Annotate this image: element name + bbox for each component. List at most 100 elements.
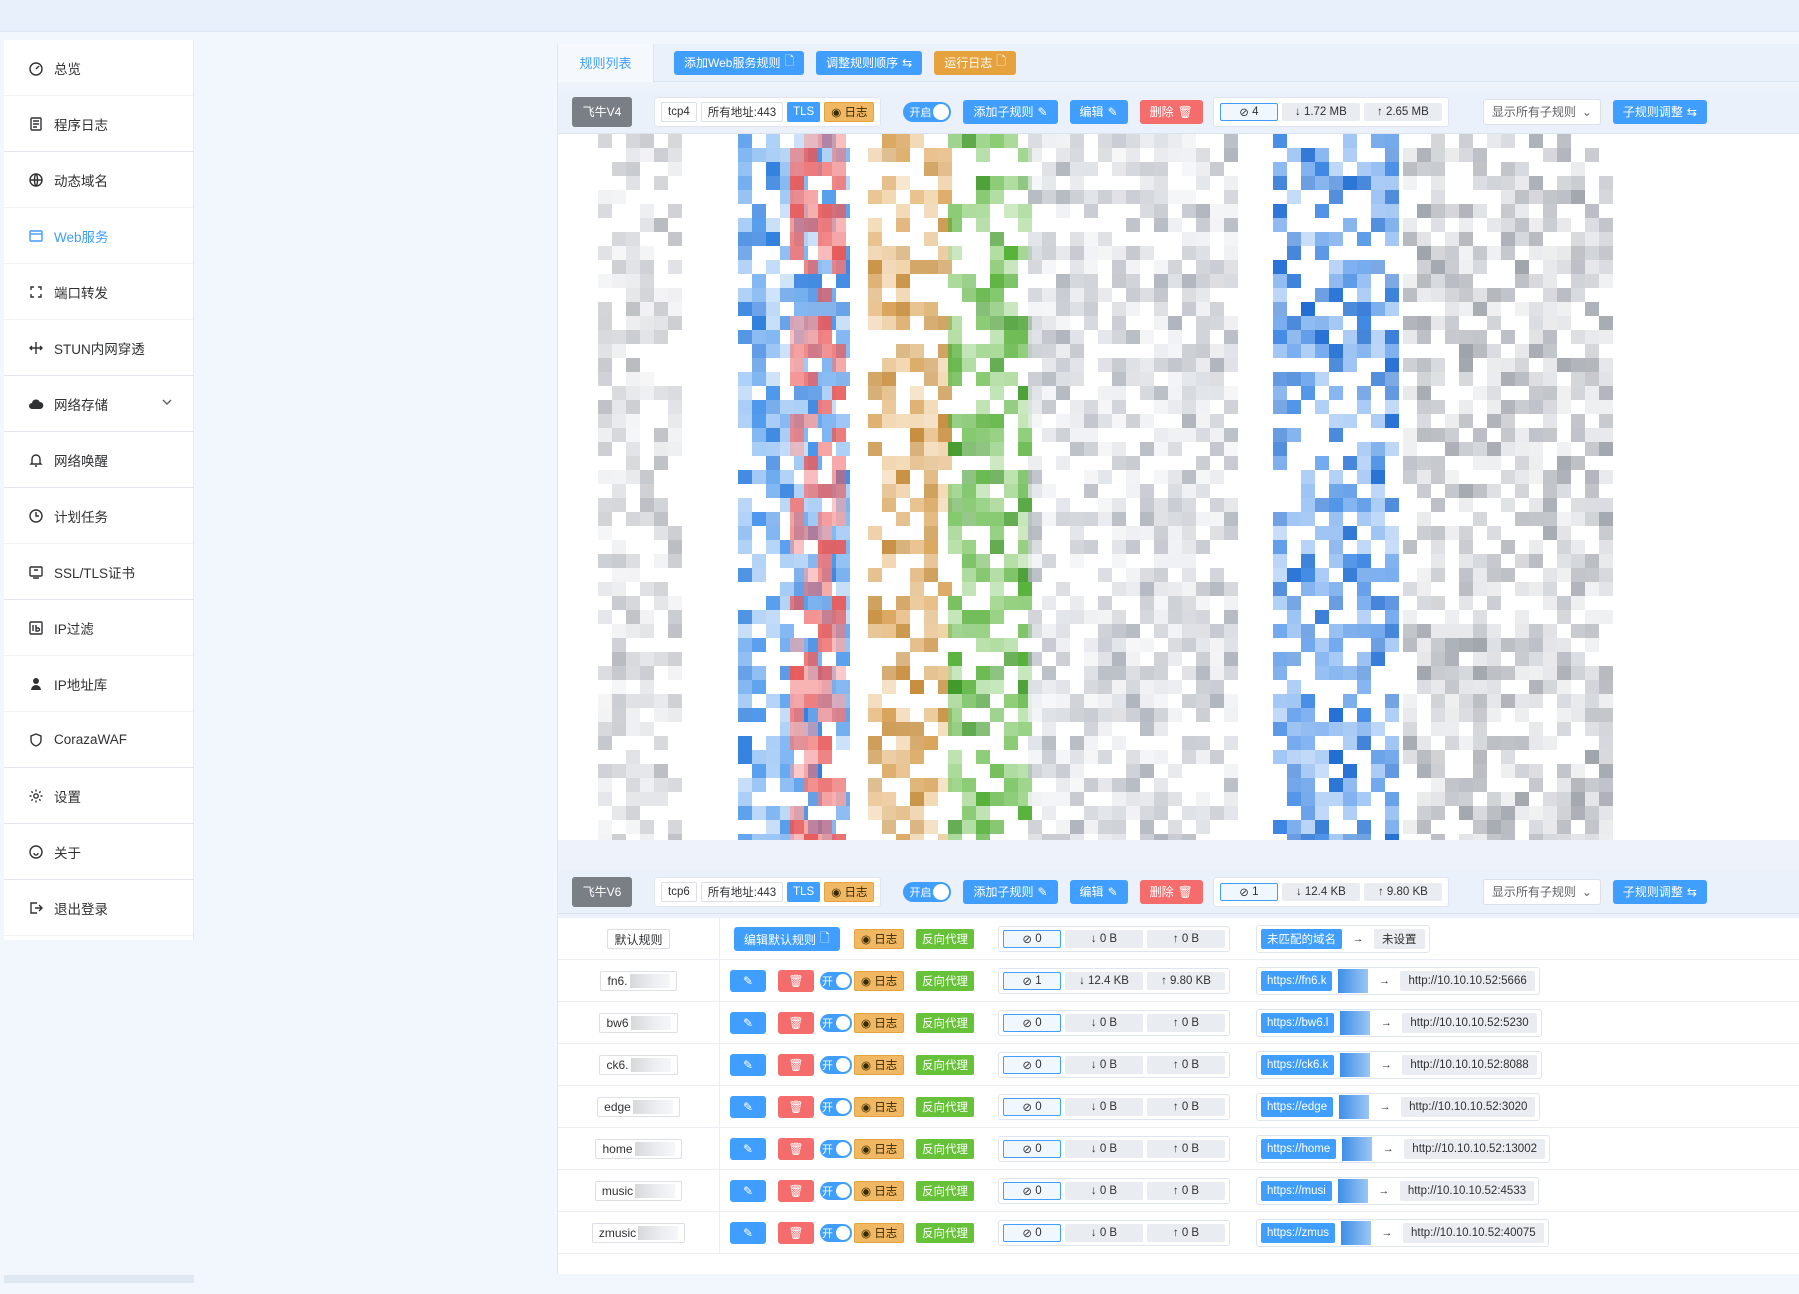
target-url-tag[interactable]: http://10.10.10.52:5230 xyxy=(1402,1013,1537,1033)
edit-rule-button[interactable]: 编辑 ✎ xyxy=(1069,99,1128,124)
log-tag[interactable]: ◉ 日志 xyxy=(854,1139,905,1159)
mosaic-cell xyxy=(766,400,780,414)
sidebar-item-certificate[interactable]: SSL/TLS证书 xyxy=(4,544,193,600)
delete-sub-rule-button[interactable]: 🗑 xyxy=(778,1138,814,1160)
rule-name-v6[interactable]: 飞牛V6 xyxy=(572,876,632,907)
sidebar-scrollbar[interactable] xyxy=(4,1275,194,1283)
adjust-sub-rules-button[interactable]: 子规则调整 ⇆ xyxy=(1612,879,1707,904)
sidebar-item-cloud[interactable]: 网络存储 xyxy=(4,376,193,432)
delete-sub-rule-button[interactable]: 🗑 xyxy=(778,1054,814,1076)
sub-rule-name[interactable]: ck6. xyxy=(599,1055,678,1075)
sidebar-item-stun[interactable]: STUN内网穿透 xyxy=(4,320,193,376)
log-tag[interactable]: ◉ 日志 xyxy=(854,1097,905,1117)
edit-sub-rule-button[interactable]: ✎ xyxy=(730,1222,766,1244)
sidebar-item-ddns[interactable]: 动态域名 xyxy=(4,152,193,208)
sidebar-item-about[interactable]: 关于 xyxy=(4,824,193,880)
delete-sub-rule-button[interactable]: 🗑 xyxy=(778,970,814,992)
sub-rule-name[interactable]: home xyxy=(595,1139,682,1159)
sidebar-item-shield[interactable]: CorazaWAF xyxy=(4,712,193,768)
log-tag[interactable]: ◉ 日志 xyxy=(854,929,905,949)
edit-sub-rule-button[interactable]: ✎ xyxy=(730,1096,766,1118)
sidebar-item-clock[interactable]: 计划任务 xyxy=(4,488,193,544)
delete-sub-rule-button[interactable]: 🗑 xyxy=(778,1222,814,1244)
sub-rule-enable-toggle[interactable]: 开 xyxy=(820,1014,852,1032)
log-tag[interactable]: ◉ 日志 xyxy=(824,881,875,902)
mosaic-cell xyxy=(1417,652,1431,666)
target-url-tag[interactable]: http://10.10.10.52:3020 xyxy=(1401,1097,1536,1117)
mosaic-cell xyxy=(1473,428,1487,442)
sidebar-item-log[interactable]: 程序日志 xyxy=(4,96,193,152)
edit-rule-button[interactable]: 编辑 ✎ xyxy=(1069,879,1128,904)
edit-sub-rule-button[interactable]: ✎ xyxy=(730,1138,766,1160)
mosaic-cell xyxy=(1557,470,1571,484)
sidebar-item-ip-filter[interactable]: IP过滤 xyxy=(4,600,193,656)
mosaic-cell xyxy=(1571,764,1585,778)
run-log-button[interactable]: 运行日志 🗋 xyxy=(934,50,1016,75)
sub-rule-enable-toggle[interactable]: 开 xyxy=(820,1224,852,1242)
mosaic-cell xyxy=(1571,554,1585,568)
target-url-tag[interactable]: http://10.10.10.52:4533 xyxy=(1399,1181,1535,1201)
mosaic-cell xyxy=(1028,820,1042,834)
reorder-rules-button[interactable]: 调整规则顺序 ⇆ xyxy=(816,50,923,75)
log-tag[interactable]: ◉ 日志 xyxy=(854,971,905,991)
sub-rule-enable-toggle[interactable]: 开 xyxy=(820,1056,852,1074)
edit-sub-rule-button[interactable]: ✎ xyxy=(730,1180,766,1202)
sub-rule-name[interactable]: music xyxy=(594,1181,683,1201)
delete-rule-button[interactable]: 删除 🗑 xyxy=(1139,879,1203,904)
edit-sub-rule-button[interactable]: ✎ xyxy=(730,1054,766,1076)
sidebar-item-ip-db[interactable]: IP地址库 xyxy=(4,656,193,712)
delete-rule-button[interactable]: 删除 🗑 xyxy=(1139,99,1203,124)
domain-tag[interactable]: https://bw6.l xyxy=(1261,1013,1335,1033)
sub-rule-enable-toggle[interactable]: 开 xyxy=(820,972,852,990)
log-tag[interactable]: ◉ 日志 xyxy=(854,1181,905,1201)
mosaic-cell xyxy=(910,722,924,736)
mosaic-cell xyxy=(654,302,668,316)
mosaic-cell xyxy=(1070,190,1084,204)
target-url-tag[interactable]: http://10.10.10.52:13002 xyxy=(1404,1139,1545,1159)
edit-sub-rule-button[interactable]: ✎ xyxy=(730,1012,766,1034)
sub-rule-enable-toggle[interactable]: 开 xyxy=(820,1182,852,1200)
mosaic-cell xyxy=(818,344,832,358)
sub-rule-enable-toggle[interactable]: 开 xyxy=(820,1140,852,1158)
target-url-tag[interactable]: http://10.10.10.52:8088 xyxy=(1402,1055,1537,1075)
show-sub-rules-select[interactable]: 显示所有子规则 ⌄ xyxy=(1482,878,1601,905)
domain-tag[interactable]: https://zmus xyxy=(1261,1223,1335,1243)
domain-tag[interactable]: https://home xyxy=(1261,1139,1337,1159)
sidebar-item-web[interactable]: Web服务 xyxy=(4,208,193,264)
target-url-tag[interactable]: http://10.10.10.52:5666 xyxy=(1400,971,1535,991)
sub-rule-name[interactable]: edge xyxy=(597,1097,680,1117)
mosaic-cell xyxy=(1126,666,1140,680)
sub-rule-name[interactable]: bw6 xyxy=(599,1013,678,1033)
edit-sub-rule-button[interactable]: ✎ xyxy=(730,970,766,992)
domain-tag[interactable]: https://musi xyxy=(1261,1181,1332,1201)
log-tag[interactable]: ◉ 日志 xyxy=(854,1055,905,1075)
delete-sub-rule-button[interactable]: 🗑 xyxy=(778,1180,814,1202)
sub-rule-name[interactable]: fn6. xyxy=(600,971,677,991)
sidebar-item-dashboard[interactable]: 总览 xyxy=(4,40,193,96)
rule-enable-toggle[interactable]: 开启 xyxy=(903,881,952,902)
log-tag[interactable]: ◉ 日志 xyxy=(854,1013,905,1033)
show-sub-rules-select[interactable]: 显示所有子规则 ⌄ xyxy=(1482,98,1601,125)
delete-sub-rule-button[interactable]: 🗑 xyxy=(778,1012,814,1034)
edit-default-rule-button[interactable]: 编辑默认规则 🗋 xyxy=(734,927,840,951)
rule-enable-toggle[interactable]: 开启 xyxy=(903,101,952,122)
domain-tag[interactable]: https://ck6.k xyxy=(1261,1055,1335,1075)
sub-rule-enable-toggle[interactable]: 开 xyxy=(820,1098,852,1116)
tab-rule-list[interactable]: 规则列表 xyxy=(558,43,654,82)
log-tag[interactable]: ◉ 日志 xyxy=(824,101,875,122)
sidebar-item-logout[interactable]: 退出登录 xyxy=(4,880,193,936)
adjust-sub-rules-button[interactable]: 子规则调整 ⇆ xyxy=(1612,99,1707,124)
domain-tag[interactable]: https://fn6.k xyxy=(1261,971,1333,991)
domain-tag[interactable]: https://edge xyxy=(1261,1097,1334,1117)
add-sub-rule-button[interactable]: 添加子规则 ✎ xyxy=(963,879,1058,904)
delete-sub-rule-button[interactable]: 🗑 xyxy=(778,1096,814,1118)
sub-rule-name[interactable]: zmusic xyxy=(591,1223,686,1243)
target-url-tag[interactable]: http://10.10.10.52:40075 xyxy=(1403,1223,1544,1243)
sidebar-item-gear[interactable]: 设置 xyxy=(4,768,193,824)
log-tag[interactable]: ◉ 日志 xyxy=(854,1223,905,1243)
sidebar-item-port-forward[interactable]: 端口转发 xyxy=(4,264,193,320)
add-web-rule-button[interactable]: 添加Web服务规则 🗋 xyxy=(674,50,805,75)
add-sub-rule-button[interactable]: 添加子规则 ✎ xyxy=(963,99,1058,124)
sidebar-item-bell[interactable]: 网络唤醒 xyxy=(4,432,193,488)
rule-name-v4[interactable]: 飞牛V4 xyxy=(572,96,632,127)
